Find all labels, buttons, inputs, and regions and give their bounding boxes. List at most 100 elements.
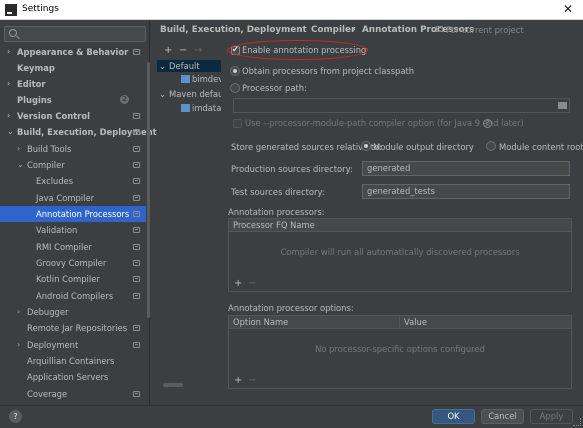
sidebar-scrollbar[interactable] (147, 62, 150, 318)
help-button[interactable]: ? (9, 410, 22, 423)
profile-module-imdatas[interactable]: imdatas (157, 102, 221, 114)
tree-horizontal-scrollbar[interactable] (163, 383, 183, 387)
sidebar-item-validation[interactable]: Validation (0, 222, 146, 238)
sidebar-item-label: Editor (17, 79, 46, 89)
folder-icon[interactable] (558, 102, 567, 109)
chevron-right-icon[interactable]: › (7, 44, 10, 60)
option-name-column[interactable]: Option Name (233, 316, 288, 329)
add-processor-button[interactable]: + (234, 278, 242, 289)
processors-empty-text: Compiler will run all automatically disc… (280, 247, 520, 257)
chevron-right-icon[interactable]: › (7, 108, 10, 124)
project-scope-icon (133, 195, 140, 201)
project-scope-icon (133, 325, 140, 331)
chevron-down-icon[interactable]: ⌄ (17, 157, 24, 173)
production-sources-input[interactable]: generated (362, 161, 570, 176)
sidebar-item-kotlin-compiler[interactable]: Kotlin Compiler (0, 271, 146, 287)
sidebar-item-editor[interactable]: › Editor (0, 76, 146, 92)
cancel-button[interactable]: Cancel (481, 409, 524, 424)
search-input[interactable] (4, 26, 146, 42)
sidebar-item-debugger[interactable]: › Debugger (0, 304, 146, 320)
project-scope-icon (133, 146, 140, 152)
sidebar-item-coverage[interactable]: Coverage (0, 386, 146, 402)
apply-button[interactable]: Apply (530, 409, 573, 424)
remove-option-button[interactable]: − (248, 375, 256, 386)
remove-processor-button[interactable]: − (248, 278, 256, 289)
module-output-directory-radio[interactable] (361, 141, 371, 151)
sidebar-item-keymap[interactable]: Keymap (0, 60, 146, 76)
module-icon (181, 75, 190, 83)
annotation-processors-table: Processor FQ Name Compiler will run all … (228, 218, 572, 292)
sidebar-item-label: Validation (36, 225, 78, 235)
value-column[interactable]: Value (404, 316, 427, 329)
sidebar-item-remote-jar-repositories[interactable]: Remote Jar Repositories (0, 320, 146, 336)
resize-grip-icon[interactable] (573, 418, 581, 426)
sidebar-item-label: Kotlin Compiler (36, 274, 100, 284)
processor-module-path-label: Use --processor-module-path compiler opt… (245, 118, 524, 128)
options-empty-text: No processor-specific options configured (315, 344, 485, 354)
settings-sidebar: › Appearance & Behavior Keymap › Editor Plugi… (0, 20, 157, 405)
profile-maven-default[interactable]: ⌄Maven default (157, 88, 221, 100)
project-scope-icon (133, 129, 140, 135)
breadcrumb-compiler: Compiler (311, 25, 356, 35)
sidebar-item-build-tools[interactable]: › Build Tools (0, 141, 146, 157)
processor-fq-name-column[interactable]: Processor FQ Name (229, 219, 571, 232)
test-sources-input[interactable]: generated_tests (362, 184, 570, 199)
sidebar-item-plugins[interactable]: Plugins 2 (0, 92, 146, 108)
help-icon[interactable]: ? (483, 119, 492, 128)
profile-default[interactable]: ⌄ Default (157, 60, 221, 72)
add-profile-button[interactable]: + (164, 45, 172, 56)
close-icon[interactable]: ✕ (563, 2, 573, 16)
module-content-root-radio[interactable] (486, 141, 496, 151)
sidebar-item-excludes[interactable]: Excludes (0, 173, 146, 189)
project-scope-icon (133, 211, 140, 217)
sidebar-item-label: Groovy Compiler (36, 258, 107, 268)
sidebar-item-application-servers[interactable]: Application Servers (0, 369, 146, 385)
test-sources-label: Test sources directory: (231, 187, 325, 197)
sidebar-item-compiler[interactable]: ⌄ Compiler (0, 157, 146, 173)
profile-module-bimdev[interactable]: bimdev (157, 73, 221, 85)
sidebar-item-label: Compiler (27, 160, 65, 170)
sidebar-item-android-compilers[interactable]: Android Compilers (0, 288, 146, 304)
project-scope-icon (133, 260, 140, 266)
sidebar-item-groovy-compiler[interactable]: Groovy Compiler (0, 255, 146, 271)
processor-path-input[interactable] (233, 98, 570, 113)
chevron-right-icon[interactable]: › (17, 337, 20, 353)
add-option-button[interactable]: + (234, 375, 242, 386)
sidebar-item-label: Android Compilers (36, 291, 114, 301)
sidebar-item-label: Version Control (17, 111, 90, 121)
sidebar-item-version-control[interactable]: › Version Control (0, 108, 146, 124)
sidebar-item-annotation-processors[interactable]: Annotation Processors (0, 206, 146, 222)
project-scope-icon (133, 227, 140, 233)
remove-profile-button[interactable]: − (179, 45, 187, 56)
project-scope-icon (436, 26, 443, 32)
chevron-right-icon[interactable]: › (7, 76, 10, 92)
sidebar-item-label: Build Tools (27, 144, 72, 154)
sidebar-item-build-execution-deployment[interactable]: ⌄ Build, Execution, Deployment (0, 124, 157, 140)
module-content-root-label: Module content root (499, 142, 583, 152)
ok-button[interactable]: OK (432, 409, 475, 424)
profiles-tree: + − → ⌄Default bimdev ⌄Maven default imd… (157, 42, 221, 395)
processor-path-radio[interactable] (230, 83, 240, 93)
sidebar-item-arquillian-containers[interactable]: Arquillian Containers (0, 353, 146, 369)
chevron-right-icon[interactable]: › (17, 141, 20, 157)
project-scope-icon (133, 342, 140, 348)
sidebar-item-label: Arquillian Containers (27, 356, 115, 366)
sidebar-item-label: Java Compiler (36, 193, 95, 203)
obtain-from-classpath-radio[interactable] (230, 66, 240, 76)
chevron-down-icon[interactable]: ⌄ (7, 124, 14, 140)
processor-module-path-checkbox[interactable] (233, 119, 242, 128)
sidebar-item-rmi-compiler[interactable]: RMI Compiler (0, 239, 146, 255)
move-profile-button[interactable]: → (194, 45, 202, 56)
sidebar-item-deployment[interactable]: › Deployment (0, 337, 146, 353)
sidebar-item-java-compiler[interactable]: Java Compiler (0, 190, 146, 206)
sidebar-item-label: Appearance & Behavior (17, 47, 129, 57)
chevron-right-icon[interactable]: › (17, 304, 20, 320)
production-sources-label: Production sources directory: (231, 164, 353, 174)
sidebar-item-label: Annotation Processors (36, 209, 130, 219)
sidebar-item-label: Deployment (27, 340, 79, 350)
window-title: Settings (22, 4, 59, 14)
chevron-down-icon: ⌄ (159, 89, 167, 99)
store-generated-label: Store generated sources relative to: (231, 142, 383, 152)
sidebar-item-appearance-behavior[interactable]: › Appearance & Behavior (0, 44, 146, 60)
project-scope-icon (133, 49, 140, 55)
